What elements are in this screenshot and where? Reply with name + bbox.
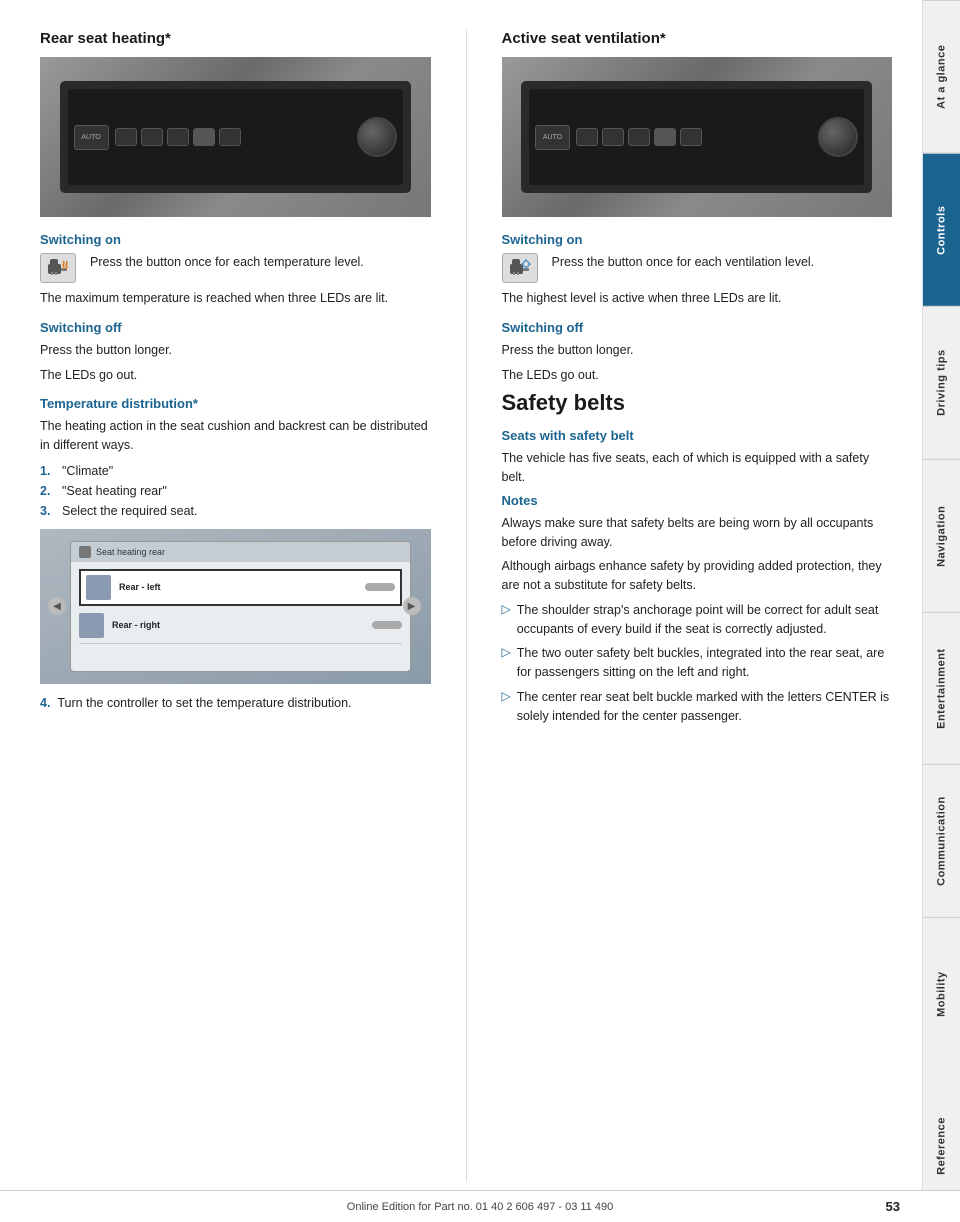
screen-row-right: Rear - right (79, 608, 402, 644)
btn5 (219, 128, 241, 146)
screen-label-left: Rear - left (119, 582, 161, 592)
auto-btn-right: AUTO (535, 125, 570, 150)
seat-icon-left (86, 575, 111, 600)
bullet-arrow-1: ▷ (502, 602, 511, 616)
right-column: Active seat ventilation* AUTO (502, 30, 893, 1182)
list-item: 1. "Climate" (40, 461, 431, 481)
left-section-title: Rear seat heating* (40, 30, 431, 47)
left-switching-off-text1: Press the button longer. (40, 341, 431, 360)
screen-ui-panel: Seat heating rear Rear - left (70, 541, 411, 672)
footer: Online Edition for Part no. 01 40 2 606 … (0, 1190, 960, 1222)
screen-background: ◀ Seat heating rear Rear - left (40, 529, 431, 684)
right-switching-on-text: Press the button once for each ventilati… (552, 253, 893, 272)
left-switching-on-note: The maximum temperature is reached when … (40, 289, 431, 308)
notes-text1: Always make sure that safety belts are b… (502, 514, 893, 552)
bullet-text-3: The center rear seat belt buckle marked … (517, 688, 892, 726)
nav-left-arrow: ◀ (48, 597, 66, 615)
footer-text: Online Edition for Part no. 01 40 2 606 … (347, 1201, 613, 1213)
right-switching-off-text1: Press the button longer. (502, 341, 893, 360)
seat-heating-screen: ◀ Seat heating rear Rear - left (40, 529, 431, 684)
rbtn5 (680, 128, 702, 146)
sidebar-item-driving-tips[interactable]: Driving tips (923, 306, 960, 459)
sidebar: At a glance Controls Driving tips Naviga… (922, 0, 960, 1222)
seats-text: The vehicle has five seats, each of whic… (502, 449, 893, 487)
vent-icon-svg (509, 258, 531, 278)
left-switching-on-block: Press the button once for each temperatu… (40, 253, 431, 283)
list-item: 2. "Seat heating rear" (40, 481, 431, 501)
bullet-item-1: ▷ The shoulder strap's anchorage point w… (502, 601, 893, 639)
left-switching-off-title: Switching off (40, 320, 431, 335)
bullet-text-2: The two outer safety belt buckles, integ… (517, 644, 892, 682)
seat-vent-button-icon (502, 253, 538, 283)
screen-label-right: Rear - right (112, 620, 160, 630)
safety-belts-title: Safety belts (502, 390, 893, 416)
screen-header-bar: Seat heating rear (71, 542, 410, 562)
right-switching-off-title: Switching off (502, 320, 893, 335)
list-text-2: "Seat heating rear" (62, 481, 167, 501)
sidebar-item-mobility[interactable]: Mobility (923, 917, 960, 1070)
bullet-arrow-3: ▷ (502, 689, 511, 703)
screen-row-left: Rear - left (79, 569, 402, 606)
auto-btn: AUTO (74, 125, 109, 150)
step4-label: Turn the controller to set the temperatu… (57, 696, 351, 710)
bullet-item-3: ▷ The center rear seat belt buckle marke… (502, 688, 893, 726)
bullet-arrow-2: ▷ (502, 645, 511, 659)
active-seat-ventilation-image: AUTO (502, 57, 893, 217)
temp-dist-intro: The heating action in the seat cushion a… (40, 417, 431, 455)
page-number: 53 (886, 1199, 900, 1214)
rbtn1 (576, 128, 598, 146)
rbtn3 (628, 128, 650, 146)
seats-title: Seats with safety belt (502, 428, 893, 443)
btn1 (115, 128, 137, 146)
rbtn2 (602, 128, 624, 146)
sidebar-item-entertainment[interactable]: Entertainment (923, 612, 960, 765)
right-switching-on-block: Press the button once for each ventilati… (502, 253, 893, 283)
buttons-row-right (576, 128, 812, 146)
left-knob (357, 117, 397, 157)
list-text-3: Select the required seat. (62, 501, 198, 521)
right-switching-on-title: Switching on (502, 232, 893, 247)
left-column: Rear seat heating* AUTO (40, 30, 431, 1182)
column-divider (466, 30, 467, 1182)
step4-num: 4. (40, 696, 50, 710)
list-num-2: 2. (40, 481, 58, 501)
left-switching-on-title: Switching on (40, 232, 431, 247)
list-num-1: 1. (40, 461, 58, 481)
list-text-1: "Climate" (62, 461, 113, 481)
right-switching-off-text2: The LEDs go out. (502, 366, 893, 385)
right-switching-on-note: The highest level is active when three L… (502, 289, 893, 308)
left-switching-off-text2: The LEDs go out. (40, 366, 431, 385)
seat-icon-right (79, 613, 104, 638)
bullet-text-1: The shoulder strap's anchorage point wil… (517, 601, 892, 639)
step4-text: 4. Turn the controller to set the temper… (40, 694, 431, 713)
btn4 (193, 128, 215, 146)
sidebar-item-communication[interactable]: Communication (923, 764, 960, 917)
sidebar-item-navigation[interactable]: Navigation (923, 459, 960, 612)
rbtn4 (654, 128, 676, 146)
btn2 (141, 128, 163, 146)
sidebar-item-at-a-glance[interactable]: At a glance (923, 0, 960, 153)
seat-heat-button-icon (40, 253, 76, 283)
nav-right-arrow: ▶ (403, 597, 421, 615)
buttons-row (115, 128, 351, 146)
bullet-item-2: ▷ The two outer safety belt buckles, int… (502, 644, 893, 682)
temp-dist-list: 1. "Climate" 2. "Seat heating rear" 3. S… (40, 461, 431, 521)
right-knob (818, 117, 858, 157)
btn3 (167, 128, 189, 146)
seat-icon-svg (47, 258, 69, 278)
screen-header-text: Seat heating rear (96, 547, 165, 557)
right-section-title: Active seat ventilation* (502, 30, 893, 47)
screen-body: Rear - left Rear - right (71, 562, 410, 649)
sidebar-item-controls[interactable]: Controls (923, 153, 960, 306)
list-item: 3. Select the required seat. (40, 501, 431, 521)
screen-slider-right (372, 621, 402, 629)
list-num-3: 3. (40, 501, 58, 521)
notes-text2: Although airbags enhance safety by provi… (502, 557, 893, 595)
screen-slider-left (365, 583, 395, 591)
rear-seat-heating-image: AUTO (40, 57, 431, 217)
temp-dist-title: Temperature distribution* (40, 396, 431, 411)
notes-title: Notes (502, 493, 893, 508)
left-switching-on-text: Press the button once for each temperatu… (90, 253, 431, 272)
screen-header-icon (79, 546, 91, 558)
